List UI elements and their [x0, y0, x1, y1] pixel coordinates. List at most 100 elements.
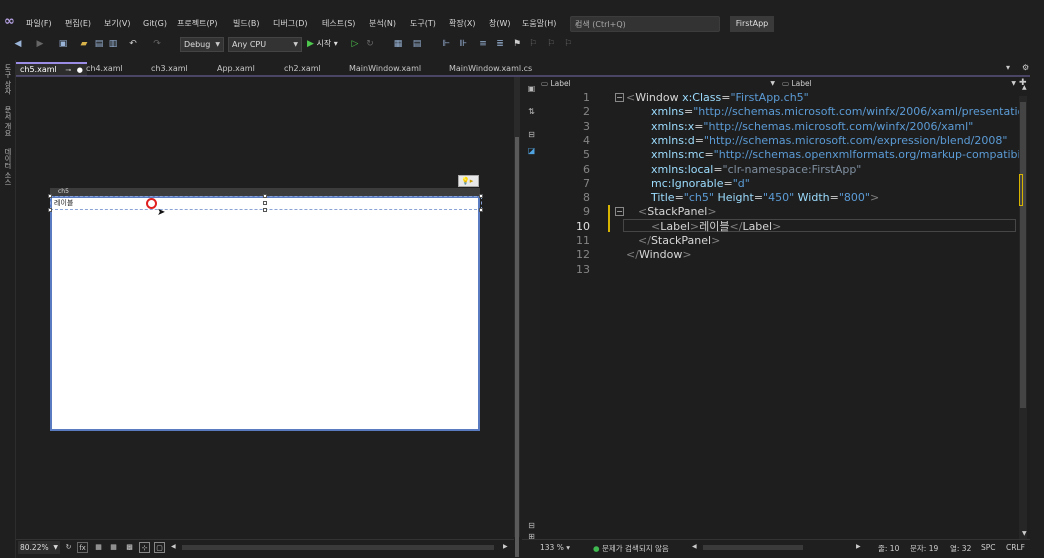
navigate-back-icon[interactable]: ◀ [12, 38, 24, 50]
bookmark-prev-icon[interactable]: ⚐ [527, 38, 539, 50]
menu-edit[interactable]: 편집(E) [65, 17, 91, 31]
indent-icon[interactable]: ≡ [477, 38, 489, 50]
scroll-right-icon[interactable]: ▶ [856, 543, 861, 550]
swap-panes-icon[interactable]: ⇅ [527, 107, 536, 116]
resize-handle[interactable] [263, 201, 267, 205]
scroll-up-icon[interactable]: ▲ [1022, 84, 1027, 91]
resize-handle[interactable] [263, 194, 267, 198]
scroll-right-icon[interactable]: ▶ [503, 543, 508, 550]
vertical-split-icon[interactable]: ◪ [527, 146, 536, 155]
designer-horizontal-scrollbar[interactable] [182, 545, 494, 550]
horizontal-split-icon[interactable]: ⊟ [527, 130, 536, 139]
refresh-icon[interactable]: ↻ [63, 542, 74, 553]
resize-handle[interactable] [48, 208, 52, 212]
hot-reload-icon[interactable]: ↻ [364, 38, 376, 50]
code-line[interactable]: 6 xmlns:local="clr-namespace:FirstApp" [540, 163, 1020, 177]
editor-horizontal-scrollbar[interactable] [703, 545, 803, 550]
menu-view[interactable]: 보기(V) [104, 17, 130, 31]
bookmark-next-icon[interactable]: ⚐ [545, 38, 557, 50]
tab-ch5-xaml[interactable]: ch5.xaml ⊸ ● [16, 62, 87, 76]
artboard-icon[interactable]: ▩ [124, 542, 135, 553]
code-line[interactable]: 1 − <Window x:Class="FirstApp.ch5" [540, 91, 1020, 105]
scroll-left-icon[interactable]: ◀ [171, 543, 176, 550]
tab-mainwindow-xaml[interactable]: MainWindow.xaml [349, 62, 421, 76]
scroll-left-icon[interactable]: ◀ [692, 543, 697, 550]
data-sources-tab[interactable]: 데이터 소스 [3, 148, 13, 185]
menu-analyze[interactable]: 분석(N) [369, 17, 396, 31]
menu-window[interactable]: 창(W) [489, 17, 511, 31]
tab-overflow-icon[interactable]: ▾ [1006, 63, 1010, 72]
editor-zoom-select[interactable]: 133 % ▾ [540, 543, 570, 552]
quick-actions-lightbulb-icon[interactable]: 💡▸ [458, 175, 479, 187]
new-project-icon[interactable]: ▣ [57, 38, 69, 50]
fold-toggle-icon[interactable]: − [615, 207, 624, 217]
menu-extensions[interactable]: 확장(X) [449, 17, 475, 31]
visual-studio-logo-icon[interactable]: ∞ [4, 15, 18, 29]
menu-help[interactable]: 도움말(H) [522, 17, 556, 31]
grid-icon[interactable]: ▦ [93, 542, 104, 553]
browse-icon[interactable]: ▦ [392, 38, 404, 50]
platform-select[interactable]: Any CPU ▼ [228, 37, 302, 52]
bookmark-icon[interactable]: ⚑ [511, 38, 523, 50]
editor-vertical-scrollbar[interactable] [1019, 96, 1027, 539]
settings-gear-icon[interactable]: ⚙ [1022, 63, 1029, 72]
issues-status[interactable]: ● 문제가 검색되지 않음 [593, 543, 669, 554]
whitespace-status[interactable]: SPC [981, 543, 996, 552]
code-line[interactable]: 7 mc:Ignorable="d" [540, 177, 1020, 191]
code-line[interactable]: 12 </Window> [540, 248, 1020, 262]
save-all-icon[interactable]: ▥ [107, 38, 119, 50]
code-line[interactable]: 8 Title="ch5" Height="450" Width="800"> [540, 191, 1020, 205]
search-input[interactable]: 검색 (Ctrl+Q) ⌕ [570, 16, 720, 32]
document-outline-tab[interactable]: 문서 개요 [3, 106, 13, 136]
configuration-select[interactable]: Debug ▼ [180, 37, 224, 52]
resize-handle[interactable] [48, 194, 52, 198]
code-line[interactable]: 9 − <StackPanel> [540, 205, 1020, 219]
menu-project[interactable]: 프로젝트(P) [177, 17, 218, 31]
scroll-down-icon[interactable]: ▼ [1022, 530, 1027, 537]
device-icon[interactable]: ▢ [154, 542, 165, 553]
fold-toggle-icon[interactable]: − [615, 93, 624, 102]
designer-zoom-select[interactable]: 80.22% ▼ [18, 541, 60, 554]
resize-handle[interactable] [263, 208, 267, 212]
menu-tools[interactable]: 도구(T) [410, 17, 436, 31]
tab-ch2-xaml[interactable]: ch2.xaml [284, 62, 321, 76]
start-debugging-button[interactable]: ▶ 시작 ▾ [307, 38, 338, 49]
code-line[interactable]: 2 xmlns="http://schemas.microsoft.com/win… [540, 105, 1020, 119]
redo-icon[interactable]: ↷ [151, 38, 163, 50]
resize-handle[interactable] [479, 208, 483, 212]
type-navigation-dropdown[interactable]: ▭ Label ▼ [541, 78, 777, 89]
tab-mainwindow-xaml-cs[interactable]: MainWindow.xaml.cs [449, 62, 532, 76]
layout-icon[interactable]: ▤ [411, 38, 423, 50]
modified-dot-icon[interactable]: ● [77, 66, 83, 74]
code-line[interactable]: 11 </StackPanel> [540, 234, 1020, 248]
menu-test[interactable]: 테스트(S) [322, 17, 355, 31]
toolbox-tab[interactable]: 도구 상자 [3, 64, 13, 94]
effects-fx-icon[interactable]: fx [77, 542, 88, 553]
menu-file[interactable]: 파일(F) [26, 17, 52, 31]
tab-app-xaml[interactable]: App.xaml [217, 62, 255, 76]
code-line[interactable]: 10 <Label>레이블</Label> [540, 220, 1020, 234]
line-ending-status[interactable]: CRLF [1006, 543, 1025, 552]
code-line[interactable]: 5 xmlns:mc="http://schemas.openxmlformats… [540, 148, 1020, 162]
menu-build[interactable]: 빌드(B) [233, 17, 259, 31]
tab-ch3-xaml[interactable]: ch3.xaml [151, 62, 188, 76]
code-line[interactable]: 4 xmlns:d="http://schemas.microsoft.com/e… [540, 134, 1020, 148]
align-left-icon[interactable]: ⊩ [440, 38, 452, 50]
pin-icon[interactable]: ⊸ [65, 66, 71, 74]
designer-label[interactable]: 레이블 [54, 198, 73, 208]
snap-lines-icon[interactable]: ⊹ [139, 542, 150, 553]
align-icon[interactable]: ⊪ [457, 38, 469, 50]
navigate-forward-icon[interactable]: ▶ [34, 38, 46, 50]
start-without-debugging-icon[interactable]: ▷ [349, 38, 361, 50]
code-line[interactable]: 13 [540, 263, 1020, 277]
designer-vertical-scrollbar[interactable] [514, 77, 520, 557]
member-navigation-dropdown[interactable]: ▭ Label ▼ [782, 78, 1018, 89]
designer-window-body[interactable] [50, 196, 480, 431]
collapse-pane-icon[interactable]: ⊟ [527, 521, 536, 530]
menu-git[interactable]: Git(G) [143, 17, 167, 31]
save-icon[interactable]: ▤ [93, 38, 105, 50]
resize-handle[interactable] [479, 194, 483, 198]
outdent-icon[interactable]: ≣ [494, 38, 506, 50]
menu-debug[interactable]: 디버그(D) [273, 17, 307, 31]
undo-icon[interactable]: ↶ [127, 38, 139, 50]
